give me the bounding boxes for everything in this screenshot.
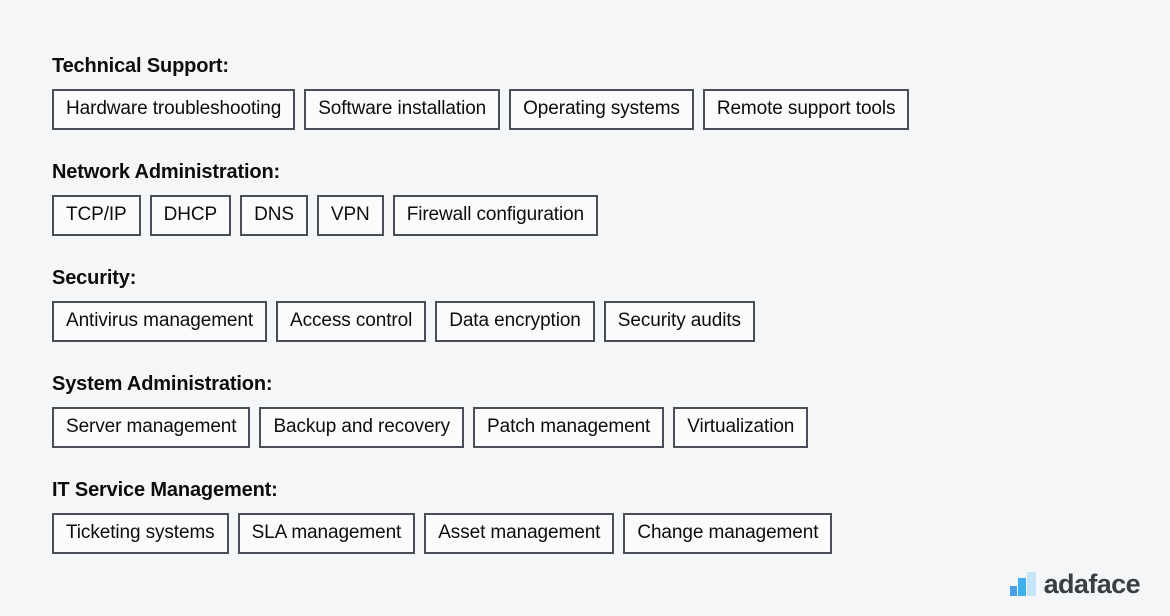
skill-pill: Virtualization <box>673 407 809 448</box>
adaface-logo: adaface <box>1009 569 1141 599</box>
skill-pill: Software installation <box>304 89 501 130</box>
skill-pill: Server management <box>52 407 251 448</box>
section-heading: IT Service Management: <box>52 479 278 501</box>
skill-pill: Operating systems <box>509 89 694 130</box>
skill-pill: VPN <box>316 195 384 236</box>
section-heading: Network Administration: <box>52 161 281 183</box>
skill-section: Technical Support: Hardware troubleshooti… <box>52 54 1112 139</box>
skill-pill: Security audits <box>603 301 755 342</box>
skill-pill-row: Server management Backup and recovery Patc… <box>52 407 1112 457</box>
skill-pill: DHCP <box>149 195 232 236</box>
skill-pill: Backup and recovery <box>259 407 465 448</box>
skill-section: System Administration: Server management B… <box>52 372 1112 457</box>
skill-pill: Remote support tools <box>702 89 910 130</box>
skill-pill: Antivirus management <box>52 301 268 342</box>
skill-pill-row: Hardware troubleshooting Software install… <box>52 89 1112 139</box>
skill-pill: SLA management <box>237 513 416 554</box>
skill-pill-row: Antivirus management Access control Data e… <box>52 301 1112 351</box>
logo-bar-3 <box>1026 572 1036 596</box>
section-heading: Security: <box>52 267 137 289</box>
skill-pill: TCP/IP <box>52 195 141 236</box>
skill-pill-row: Ticketing systems SLA management Asset man… <box>52 513 1112 563</box>
skill-section: IT Service Management: Ticketing systems S… <box>52 478 1112 563</box>
skill-pill: Asset management <box>424 513 615 554</box>
skill-pill: Access control <box>276 301 427 342</box>
skill-pill: DNS <box>240 195 308 236</box>
skill-section: Network Administration: TCP/IP DHCP DNS VPN F… <box>52 160 1112 245</box>
logo-bar-2 <box>1017 578 1026 596</box>
bar-chart-icon <box>1009 572 1036 596</box>
skill-pill: Change management <box>623 513 833 554</box>
skill-pill: Patch management <box>473 407 665 448</box>
skill-pill: Ticketing systems <box>52 513 229 554</box>
skill-pill: Firewall configuration <box>392 195 599 236</box>
logo-wordmark: adaface <box>1043 569 1141 599</box>
skill-section: Security: Antivirus management Access cont… <box>52 266 1112 351</box>
logo-bar-1 <box>1009 586 1017 596</box>
section-heading: System Administration: <box>52 373 273 395</box>
section-heading: Technical Support: <box>52 55 229 77</box>
skill-pill-row: TCP/IP DHCP DNS VPN Firewall configuration <box>52 195 1112 245</box>
skill-pill: Data encryption <box>435 301 595 342</box>
skills-board: Technical Support: Hardware troubleshooti… <box>52 54 1112 563</box>
skill-pill: Hardware troubleshooting <box>52 89 296 130</box>
